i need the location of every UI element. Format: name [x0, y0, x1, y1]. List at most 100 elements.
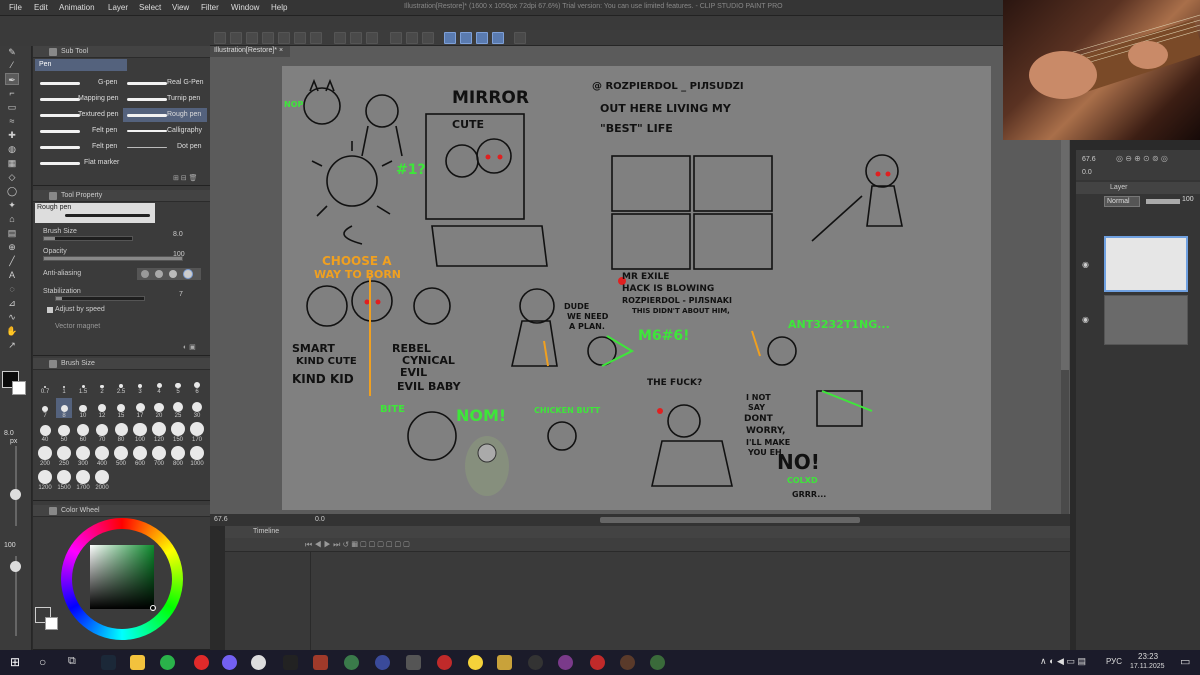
brush-item[interactable]: Mapping pen — [36, 92, 120, 106]
clock-date[interactable]: 17.11.2025 — [1130, 663, 1165, 670]
brush-item[interactable]: Felt pen — [36, 124, 120, 138]
document-tab[interactable]: Illustration[Restore]* × — [210, 46, 290, 57]
app-icon[interactable] — [650, 655, 665, 670]
app-icon[interactable] — [437, 655, 452, 670]
brush-size-option[interactable]: 4 — [151, 374, 167, 395]
app-icon[interactable] — [283, 655, 298, 670]
opacity-handle[interactable] — [10, 561, 21, 572]
adjust-speed-checkbox[interactable] — [47, 307, 53, 313]
brush-size-option[interactable]: 6 — [189, 374, 205, 395]
brush-size-option[interactable]: 2.5 — [113, 374, 129, 395]
cmd-icon[interactable] — [492, 32, 504, 44]
cmd-icon[interactable] — [406, 32, 418, 44]
brush-item-selected[interactable]: Rough pen — [123, 108, 207, 122]
ruler-icon[interactable]: ╱ — [5, 255, 19, 267]
cmd-icon[interactable] — [262, 32, 274, 44]
timeline-controls[interactable]: ⏮ ◀ ▶ ⏭ ↺ ▦ ▢ ▢ ▢ ▢ ▢ ▢ — [225, 538, 1070, 552]
brush-size-option[interactable]: 250 — [56, 446, 72, 467]
app-icon[interactable] — [313, 655, 328, 670]
menu-window[interactable]: Window — [231, 3, 259, 12]
cmd-icon[interactable] — [278, 32, 290, 44]
brush-size-option[interactable]: 12 — [94, 398, 110, 419]
pen-icon[interactable]: ✒ — [5, 73, 19, 85]
app-icon[interactable] — [468, 655, 483, 670]
eye-icon[interactable]: ◉ — [1082, 315, 1090, 324]
lasso-icon[interactable]: ◯ — [5, 185, 19, 197]
antialias-selector[interactable] — [137, 268, 201, 280]
cmd-icon[interactable] — [514, 32, 526, 44]
eraser-icon[interactable]: ▭ — [5, 101, 19, 113]
magic-wand-icon[interactable]: ✦ — [5, 199, 19, 211]
app-icon[interactable] — [160, 655, 175, 670]
panel-sub-color[interactable] — [45, 617, 58, 630]
layer-thumbnail-sketch[interactable] — [1104, 236, 1188, 292]
brush-size-option[interactable]: 170 — [189, 422, 205, 443]
brush-size-option[interactable]: 25 — [170, 398, 186, 419]
brush-size-option[interactable]: 80 — [113, 422, 129, 443]
zoom-icon[interactable]: ⊕ — [5, 241, 19, 253]
app-icon[interactable] — [590, 655, 605, 670]
cmd-icon[interactable] — [246, 32, 258, 44]
brush-size-option[interactable]: 5 — [170, 374, 186, 395]
clock-time[interactable]: 23:23 — [1138, 652, 1158, 661]
brush-item[interactable]: Calligraphy — [123, 124, 207, 138]
brush-size-option[interactable]: 500 — [113, 446, 129, 467]
cmd-icon[interactable] — [230, 32, 242, 44]
menu-filter[interactable]: Filter — [201, 3, 219, 12]
frame-icon[interactable]: ⊿ — [5, 297, 19, 309]
color-picker-handle[interactable] — [150, 605, 156, 611]
horizontal-scrollbar[interactable] — [600, 517, 860, 523]
brush-size-option[interactable]: 1200 — [37, 470, 53, 491]
fill-bucket-icon[interactable]: ⌂ — [5, 213, 19, 225]
menu-help[interactable]: Help — [271, 3, 287, 12]
property-actions[interactable]: ◐ ▣ — [183, 343, 209, 351]
task-view-icon[interactable]: ⧉ — [68, 655, 76, 668]
brush-size-option[interactable]: 400 — [94, 446, 110, 467]
gradient-icon[interactable]: ▦ — [5, 157, 19, 169]
menu-file[interactable]: File — [9, 3, 22, 12]
brush-size-option[interactable]: 7 — [37, 398, 53, 419]
brush-size-option[interactable]: 300 — [75, 446, 91, 467]
operation-icon[interactable]: ✚ — [5, 129, 19, 141]
brush-size-option[interactable]: 3 — [132, 374, 148, 395]
sub-color-swatch[interactable] — [12, 381, 26, 395]
move-icon[interactable]: ↗ — [5, 339, 19, 351]
timeline-playback-icons[interactable]: ⏮ ◀ ▶ ⏭ ↺ ▦ ▢ ▢ ▢ ▢ ▢ ▢ — [305, 540, 410, 550]
cmd-icon[interactable] — [444, 32, 456, 44]
stabilization-bar[interactable] — [55, 296, 145, 301]
brush-size-option[interactable]: 1 — [56, 374, 72, 395]
brush-size-option[interactable]: 40 — [37, 422, 53, 443]
notification-icon[interactable]: ▭ — [1180, 655, 1190, 668]
brush-size-option[interactable]: 120 — [151, 422, 167, 443]
brush-size-option[interactable]: 150 — [170, 422, 186, 443]
subtool-actions[interactable]: ⊞ ⊟ 🗑 — [173, 174, 209, 182]
menu-view[interactable]: View — [172, 3, 189, 12]
brush-size-option[interactable]: 15 — [113, 398, 129, 419]
brush-item[interactable]: Felt pen — [36, 140, 120, 154]
brush-item[interactable]: Textured pen — [36, 108, 120, 122]
brush-size-option[interactable]: 10 — [75, 398, 91, 419]
brush-size-option[interactable]: 1700 — [75, 470, 91, 491]
brush-size-slider[interactable] — [15, 446, 17, 526]
brush-size-option[interactable]: 20 — [151, 398, 167, 419]
brush-size-option[interactable]: 1000 — [189, 446, 205, 467]
cmd-icon[interactable] — [390, 32, 402, 44]
text-icon[interactable]: A — [5, 269, 19, 281]
layer-thumbnail-paper[interactable] — [1104, 295, 1188, 345]
tray-icons[interactable]: ∧ ◐ ◀ ▭ ▤ — [1040, 656, 1086, 667]
blend-mode-select[interactable]: Normal — [1104, 196, 1140, 207]
app-icon[interactable] — [375, 655, 390, 670]
brush-size-option[interactable]: 2000 — [94, 470, 110, 491]
document-canvas[interactable]: MIRROR CUTE @ ROZPIERDOL _ PIЛSUDZI OUT … — [282, 66, 991, 510]
brush-size-option[interactable]: 0.7 — [37, 374, 53, 395]
yandex-browser-icon[interactable] — [194, 655, 209, 670]
figure-icon[interactable]: ◇ — [5, 171, 19, 183]
brush-size-option[interactable]: 70 — [94, 422, 110, 443]
navigator-buttons[interactable]: ◎ ⊖ ⊕ ⊙ ⊚ ◎ — [1116, 154, 1168, 163]
hand-icon[interactable]: ✋ — [5, 325, 19, 337]
brush-size-bar[interactable] — [43, 236, 133, 241]
brush-size-option[interactable]: 1500 — [56, 470, 72, 491]
saturation-square[interactable] — [90, 545, 154, 609]
menu-select[interactable]: Select — [139, 3, 161, 12]
brush-size-option[interactable]: 700 — [151, 446, 167, 467]
